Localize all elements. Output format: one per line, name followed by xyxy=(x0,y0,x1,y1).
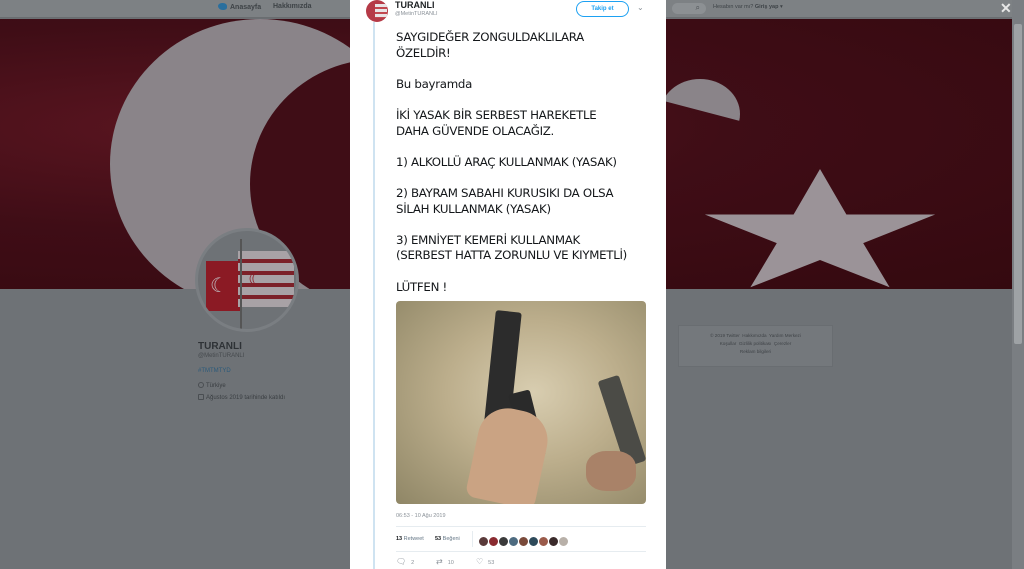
tweet-paragraph: Bu bayramda xyxy=(396,76,473,91)
profile-handle[interactable]: @MetinTURANLI xyxy=(198,353,285,359)
profile-avatar[interactable] xyxy=(195,228,299,332)
liker-avatars xyxy=(478,534,569,547)
search-box[interactable]: ⌕ xyxy=(672,3,706,14)
like-button[interactable]: ♡ 53 xyxy=(476,557,494,567)
footer-link-help[interactable]: Yardım Merkezi xyxy=(769,333,801,338)
reply-icon: 🗨︎ xyxy=(396,557,407,566)
tweet-paragraph: 3) EMNİYET KEMERİ KULLANMAK (SERBEST HAT… xyxy=(396,232,627,263)
tweet-paragraph: 2) BAYRAM SABAHI KURUSIKI DA OLSA SİLAH … xyxy=(396,185,614,216)
tweet-stats: 13 Retweet 53 Beğeni xyxy=(396,526,646,552)
retweet-action-count: 10 xyxy=(447,560,454,566)
retweet-label: Retweet xyxy=(403,536,424,542)
retweet-button[interactable]: ⇄ 10 xyxy=(436,557,454,567)
retweet-count: 13 xyxy=(396,536,403,542)
tweet-photo[interactable] xyxy=(396,301,646,504)
chevron-down-icon[interactable]: ⌄ xyxy=(637,3,644,12)
login-prompt[interactable]: Hesabın var mı? Giriş yap ▾ xyxy=(713,4,783,10)
nav-home[interactable]: Anasayfa xyxy=(218,3,261,11)
heart-icon: ♡ xyxy=(476,557,484,566)
tweet-timestamp[interactable]: 06:53 - 10 Ağu 2019 xyxy=(396,513,446,519)
tweet-text: SAYGIDEĞER ZONGULDAKLILARA ÖZELDİR! Bu b… xyxy=(396,30,656,311)
retweet-icon: ⇄ xyxy=(436,557,443,566)
nav-home-label: Anasayfa xyxy=(230,4,262,11)
like-stat[interactable]: 53 Beğeni xyxy=(435,536,460,542)
retweet-stat[interactable]: 13 Retweet xyxy=(396,536,424,542)
follow-button[interactable]: Takip et xyxy=(576,1,629,17)
liker-avatar[interactable] xyxy=(558,536,569,547)
profile-info: TURANLI @MetinTURANLI #TMTMTYD Türkiye A… xyxy=(198,341,285,401)
trnc-flag-image xyxy=(238,251,294,307)
search-icon: ⌕ xyxy=(695,3,700,12)
flag-pole xyxy=(240,239,242,329)
banner-crescent-tip xyxy=(660,79,740,121)
tweet-modal: TURANLI @MetinTURANLI Takip et ⌄ SAYGIDE… xyxy=(350,0,666,569)
footer-links: © 2019 Twitter Hakkımızda Yardım Merkezi… xyxy=(678,325,833,367)
close-icon[interactable]: ✕ xyxy=(1000,0,1012,17)
profile-location-text: Türkiye xyxy=(206,383,226,389)
tweet-paragraph: 1) ALKOLLÜ ARAÇ KULLANMAK (YASAK) xyxy=(396,154,617,169)
footer-link-cookies[interactable]: Çerezler xyxy=(774,341,791,346)
like-action-count: 53 xyxy=(488,560,495,566)
reply-count: 2 xyxy=(411,560,415,566)
like-label: Beğeni xyxy=(442,536,460,542)
profile-joined: Ağustos 2019 tarihinde katıldı xyxy=(198,394,285,401)
login-prefix: Hesabın var mı? xyxy=(713,4,754,10)
profile-hashtag[interactable]: #TMTMTYD xyxy=(198,368,285,374)
turkish-flag-image xyxy=(206,261,242,311)
banner-star xyxy=(704,169,936,288)
author-avatar[interactable] xyxy=(366,0,388,22)
tweet-paragraph: İKİ YASAK BİR SERBEST HAREKETLE DAHA GÜV… xyxy=(396,107,597,138)
footer-link-terms[interactable]: Koşullar xyxy=(720,341,737,346)
twitter-bird-icon xyxy=(218,3,227,10)
footer-link-privacy[interactable]: Gizlilik politikası xyxy=(739,341,771,346)
footer-copyright: © 2019 Twitter xyxy=(710,333,740,338)
profile-location: Türkiye xyxy=(198,382,285,389)
login-link[interactable]: Giriş yap xyxy=(755,4,779,10)
tweet-actions: 🗨︎ 2 ⇄ 10 ♡ 53 xyxy=(396,557,596,569)
footer-link-ads[interactable]: Reklam bilgileri xyxy=(740,349,771,354)
calendar-icon xyxy=(198,394,204,400)
location-pin-icon xyxy=(198,382,204,388)
nav-about[interactable]: Hakkımızda xyxy=(273,3,312,10)
author-name[interactable]: TURANLI xyxy=(395,0,435,10)
scrollbar-thumb[interactable] xyxy=(1014,24,1022,344)
like-count: 53 xyxy=(435,536,442,542)
author-handle[interactable]: @MetinTURANLI xyxy=(395,11,438,17)
profile-joined-text: Ağustos 2019 tarihinde katıldı xyxy=(206,395,286,401)
footer-link-about[interactable]: Hakkımızda xyxy=(742,333,766,338)
reply-button[interactable]: 🗨︎ 2 xyxy=(396,557,414,567)
second-hand-shape xyxy=(586,451,636,491)
tweet-paragraph: SAYGIDEĞER ZONGULDAKLILARA ÖZELDİR! xyxy=(396,30,584,60)
hand-shape xyxy=(464,402,554,504)
profile-name[interactable]: TURANLI xyxy=(198,341,285,352)
stats-divider xyxy=(472,531,473,547)
thread-line xyxy=(373,22,375,569)
tweet-paragraph: LÜTFEN ! xyxy=(396,279,447,294)
